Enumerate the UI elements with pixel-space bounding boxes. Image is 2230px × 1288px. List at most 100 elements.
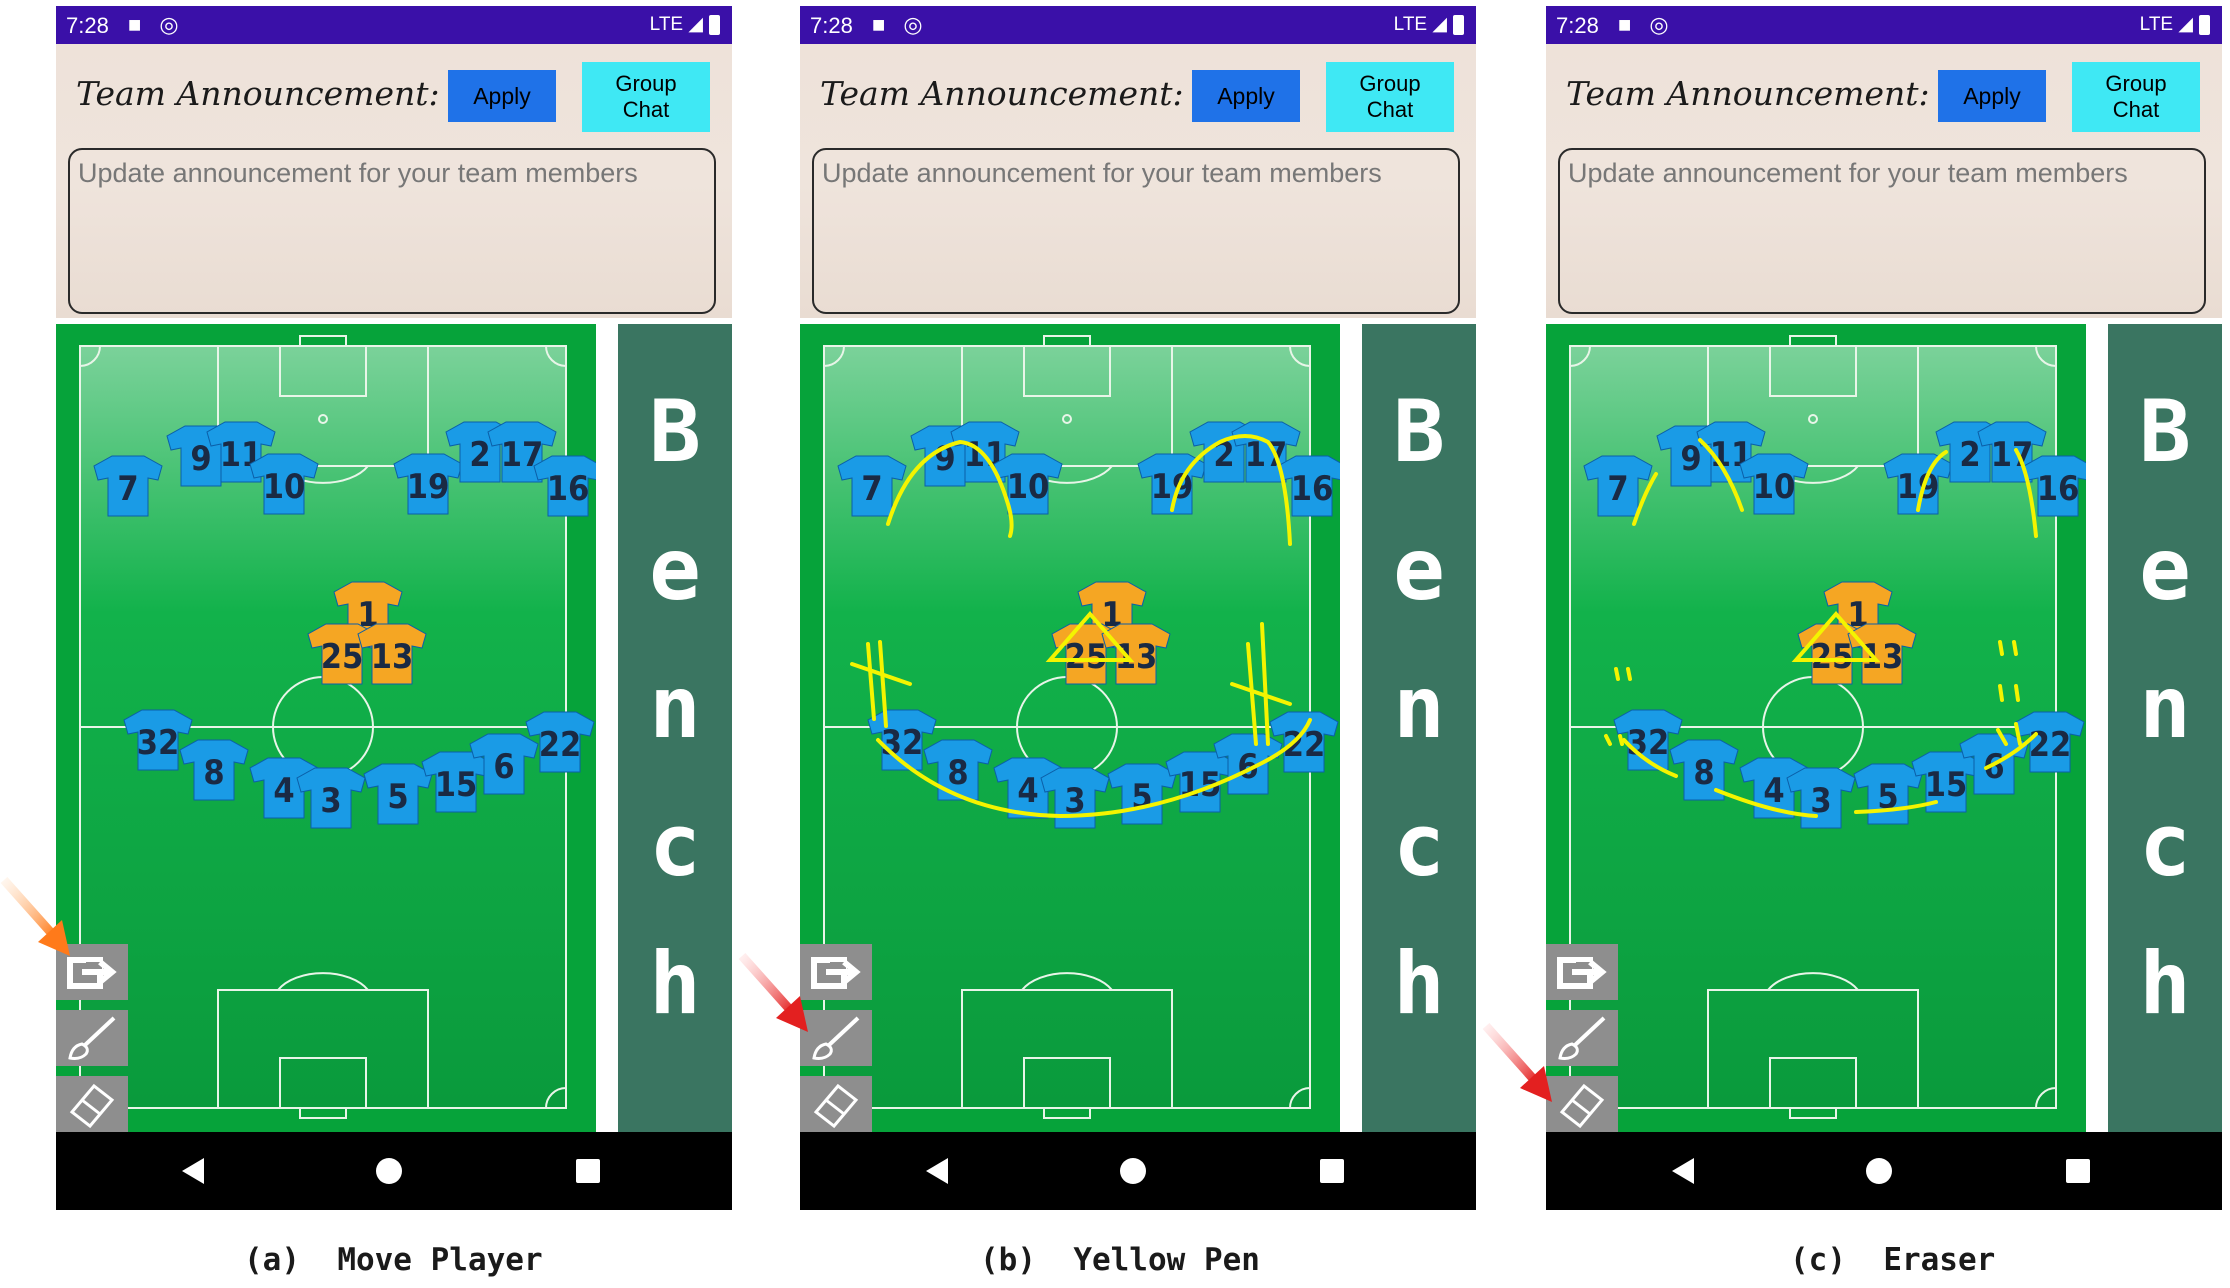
network-label: LTE [1393, 14, 1428, 35]
phone-panel-yellow-pen: 7:28 ■ ◎ LTE ◢ Team Announcement: Apply … [800, 6, 1476, 1210]
bench-letter: h [649, 934, 701, 1034]
recent-apps-icon[interactable] [2066, 1159, 2090, 1183]
jersey-number: 16 [2037, 469, 2080, 509]
soccer-field[interactable]: 7 9 11 10 19 2 17 16 32 8 4 3 5 15 6 22 1 25 13 [56, 324, 596, 1132]
team-announcement-label: Team Announcement: [820, 74, 1184, 113]
jersey-number: 4 [1017, 771, 1038, 811]
recent-apps-icon[interactable] [1320, 1159, 1344, 1183]
announcement-area: Team Announcement: Apply Group Chat Upda… [56, 44, 732, 318]
bench-letter: n [649, 658, 701, 758]
bench-panel[interactable]: B e n c h [1362, 324, 1476, 1132]
bench-letter: e [2139, 520, 2191, 620]
battery-icon [1453, 14, 1464, 35]
home-icon[interactable] [376, 1158, 402, 1184]
announcement-placeholder: Update announcement for your team member… [1568, 158, 2128, 188]
network-label: LTE [2139, 14, 2174, 35]
status-notification-icons: ■ ◎ [1618, 12, 1675, 37]
jersey-number: 8 [1693, 753, 1714, 793]
bench-letter: c [649, 796, 701, 896]
bench-letter: h [2139, 934, 2191, 1034]
apply-button[interactable]: Apply [1938, 70, 2046, 122]
navigation-bar [1546, 1132, 2222, 1210]
home-icon[interactable] [1866, 1158, 1892, 1184]
jersey-number: 4 [273, 771, 294, 811]
apply-button[interactable]: Apply [1192, 70, 1300, 122]
pointer-arrow-icon [0, 877, 70, 956]
back-icon[interactable] [926, 1158, 948, 1184]
jersey-number: 15 [435, 765, 478, 805]
jersey-number: 13 [1861, 637, 1904, 677]
announcement-input[interactable]: Update announcement for your team member… [812, 148, 1460, 314]
jersey-number: 4 [1763, 771, 1784, 811]
bench-letter: h [1393, 934, 1445, 1034]
status-bar: 7:28 ■ ◎ LTE ◢ [56, 6, 732, 44]
bench-letter: c [1393, 796, 1445, 896]
paintbrush-icon[interactable] [56, 1010, 128, 1066]
announcement-placeholder: Update announcement for your team member… [822, 158, 1382, 188]
status-bar: 7:28 ■ ◎ LTE ◢ [1546, 6, 2222, 44]
jersey-number: 22 [2029, 725, 2072, 765]
jersey-number: 7 [1607, 469, 1628, 509]
bench-letter: c [2139, 796, 2191, 896]
bench-panel[interactable]: B e n c h [2108, 324, 2222, 1132]
jersey-number: 10 [1007, 467, 1050, 507]
jersey-number: 13 [371, 637, 414, 677]
jersey-number: 8 [947, 753, 968, 793]
eraser-icon[interactable] [56, 1076, 128, 1132]
soccer-field[interactable]: 7 9 11 10 19 2 17 16 32 8 4 3 5 15 6 22 1 25 13 [800, 324, 1340, 1132]
back-icon[interactable] [182, 1158, 204, 1184]
group-chat-button[interactable]: Group Chat [582, 62, 710, 132]
status-time: 7:28 [66, 13, 109, 38]
status-network: LTE ◢ [650, 13, 720, 36]
pointer-arrow-icon [1482, 1023, 1552, 1102]
jersey-number: 7 [117, 469, 138, 509]
jersey-number: 16 [547, 469, 590, 509]
jersey-number: 6 [493, 747, 514, 787]
bench-letter: e [1393, 520, 1445, 620]
bench-letter: B [2139, 382, 2191, 482]
team-announcement-label: Team Announcement: [1566, 74, 1930, 113]
bench-letter: e [649, 520, 701, 620]
jersey-number: 2 [1959, 435, 1980, 475]
bench-letter: B [1393, 382, 1445, 482]
share-arrow-icon[interactable] [1546, 944, 1618, 1000]
jersey-number: 19 [407, 467, 450, 507]
jersey-number: 25 [321, 637, 364, 677]
home-icon[interactable] [1120, 1158, 1146, 1184]
jersey-number: 5 [387, 777, 408, 817]
jersey-number: 15 [1925, 765, 1968, 805]
jersey-number: 8 [203, 753, 224, 793]
jersey-number: 22 [539, 725, 582, 765]
jersey-number: 7 [861, 469, 882, 509]
network-label: LTE [649, 14, 684, 35]
jersey-number: 9 [190, 439, 211, 479]
team-announcement-label: Team Announcement: [76, 74, 440, 113]
group-chat-button[interactable]: Group Chat [1326, 62, 1454, 132]
pointer-arrow-icon [738, 953, 808, 1032]
soccer-field[interactable]: 7 9 11 10 19 2 17 16 32 8 4 3 5 15 6 22 1 25 13 [1546, 324, 2086, 1132]
announcement-input[interactable]: Update announcement for your team member… [1558, 148, 2206, 314]
jersey-number: 13 [1115, 637, 1158, 677]
bench-letter: n [2139, 658, 2191, 758]
bench-letter: B [649, 382, 701, 482]
announcement-area: Team Announcement: Apply Group Chat Upda… [800, 44, 1476, 318]
announcement-input[interactable]: Update announcement for your team member… [68, 148, 716, 314]
status-time: 7:28 [810, 13, 853, 38]
jersey-number: 25 [1065, 637, 1108, 677]
back-icon[interactable] [1672, 1158, 1694, 1184]
jersey-number: 10 [1753, 467, 1796, 507]
jersey-number: 9 [1680, 439, 1701, 479]
jersey-number: 32 [1627, 723, 1670, 763]
caption-yellow-pen: (b) Yellow Pen [980, 1242, 1260, 1278]
jersey-number: 32 [137, 723, 180, 763]
group-chat-button[interactable]: Group Chat [2072, 62, 2200, 132]
caption-eraser: (c) Eraser [1790, 1242, 1996, 1278]
status-notification-icons: ■ ◎ [872, 12, 929, 37]
apply-button[interactable]: Apply [448, 70, 556, 122]
recent-apps-icon[interactable] [576, 1159, 600, 1183]
navigation-bar [56, 1132, 732, 1210]
bench-panel[interactable]: B e n c h [618, 324, 732, 1132]
jersey-number: 10 [263, 467, 306, 507]
announcement-placeholder: Update announcement for your team member… [78, 158, 638, 188]
eraser-icon[interactable] [800, 1076, 872, 1132]
